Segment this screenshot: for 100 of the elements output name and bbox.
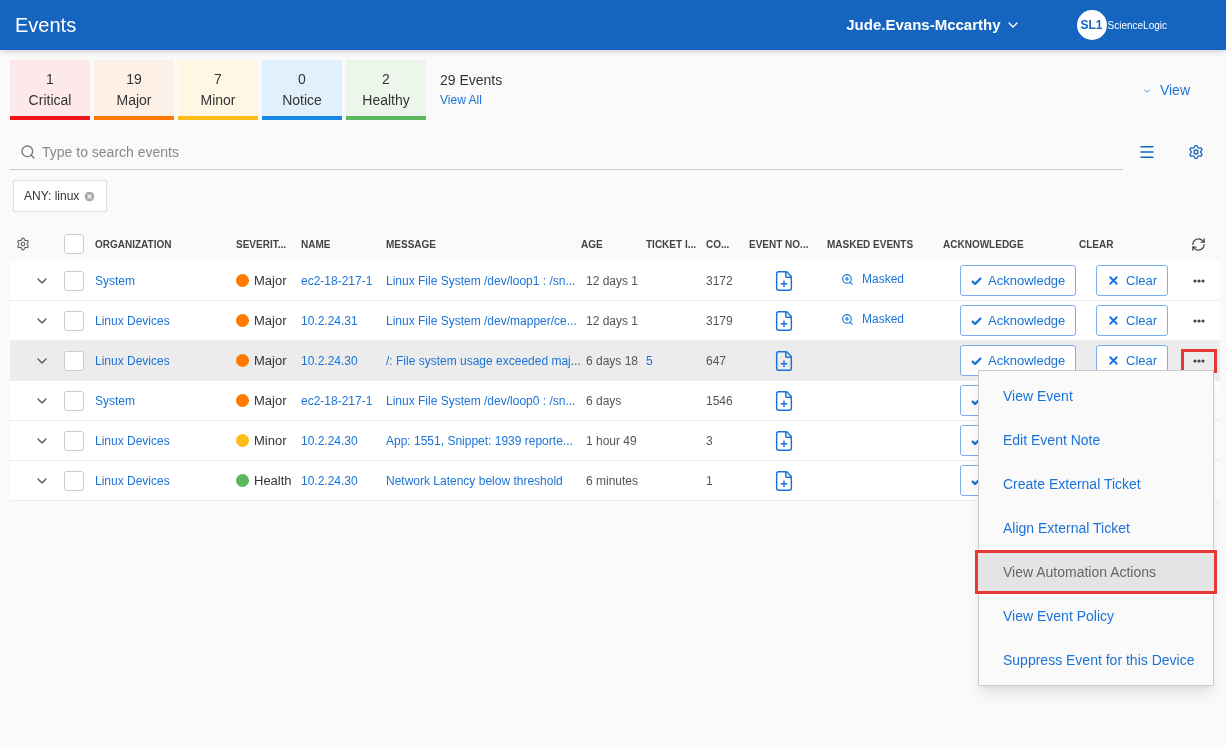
severity-tile[interactable]: 1 Critical — [10, 60, 90, 120]
settings-icon[interactable] — [1188, 144, 1204, 160]
more-icon — [1193, 318, 1205, 323]
add-note-icon[interactable] — [773, 269, 795, 292]
masked-link[interactable]: Masked — [841, 310, 905, 329]
row-checkbox[interactable] — [64, 470, 84, 491]
add-note-icon[interactable] — [773, 389, 795, 412]
refresh-icon[interactable] — [1191, 236, 1206, 252]
select-all-checkbox[interactable] — [64, 234, 84, 254]
age-text: 1 hour 49 — [586, 432, 637, 450]
age-text: 6 minutes — [586, 472, 639, 490]
add-note-icon[interactable] — [773, 349, 795, 372]
severity-text: Major — [254, 351, 287, 370]
device-name-link[interactable]: 10.2.24.31 — [301, 311, 358, 330]
age-text: 6 days — [586, 392, 622, 410]
menu-item[interactable]: Edit Event Note — [979, 418, 1213, 462]
organization-link[interactable]: System — [95, 271, 135, 290]
page-title: Events — [15, 13, 77, 38]
close-icon — [1107, 274, 1120, 287]
check-icon — [971, 276, 982, 285]
tile-count: 2 — [382, 70, 390, 89]
count-text: 1546 — [706, 392, 733, 410]
column-header[interactable]: NAME — [301, 236, 386, 252]
organization-link[interactable]: Linux Devices — [95, 471, 170, 490]
count-text: 3172 — [706, 272, 733, 290]
severity-tile[interactable]: 0 Notice — [262, 60, 342, 120]
more-icon — [1193, 278, 1205, 283]
masked-link[interactable]: Masked — [841, 270, 905, 289]
view-all-link[interactable]: View All — [440, 91, 503, 109]
column-header[interactable]: MASKED EVENTS — [827, 236, 943, 252]
tile-label: Major — [116, 91, 152, 110]
tile-label: Notice — [282, 91, 322, 110]
organization-link[interactable]: Linux Devices — [95, 311, 170, 330]
column-header[interactable]: MESSAGE — [386, 236, 581, 252]
organization-link[interactable]: Linux Devices — [95, 351, 170, 370]
column-header[interactable]: CO... — [706, 236, 749, 252]
column-header[interactable]: TICKET I... — [646, 236, 706, 252]
device-name-link[interactable]: ec2-18-217-1 — [301, 271, 373, 290]
age-text: 6 days 18 — [586, 352, 639, 370]
message-link[interactable]: /: File system usage exceeded maj... — [386, 351, 581, 370]
close-icon — [1107, 314, 1120, 327]
acknowledge-button[interactable]: Acknowledge — [960, 305, 1077, 336]
organization-link[interactable]: Linux Devices — [95, 431, 170, 450]
close-icon — [1107, 354, 1120, 367]
row-checkbox[interactable] — [64, 270, 84, 291]
column-header[interactable]: CLEAR — [1079, 236, 1181, 252]
age-text: 12 days 1 — [586, 312, 639, 330]
clear-button[interactable]: Clear — [1096, 265, 1169, 296]
filter-chip[interactable]: ANY: linux — [13, 180, 108, 212]
menu-item[interactable]: Suppress Event for this Device — [979, 638, 1213, 682]
message-link[interactable]: Linux File System /dev/loop1 : /sn... — [386, 271, 576, 290]
zoom-in-icon — [841, 272, 854, 286]
organization-link[interactable]: System — [95, 391, 135, 410]
column-header[interactable]: ORGANIZATION — [95, 236, 236, 252]
list-view-icon[interactable] — [1138, 143, 1157, 161]
device-name-link[interactable]: 10.2.24.30 — [301, 471, 358, 490]
search-icon — [20, 143, 36, 160]
search-field[interactable]: Type to search events — [42, 136, 1114, 167]
event-total: 29 Events — [440, 71, 503, 90]
row-checkbox[interactable] — [64, 310, 84, 331]
add-note-icon[interactable] — [773, 309, 795, 332]
severity-text: Minor — [254, 431, 287, 450]
severity-tile[interactable]: 2 Healthy — [346, 60, 426, 120]
message-link[interactable]: Network Latency below threshold — [386, 471, 563, 490]
message-link[interactable]: App: 1551, Snippet: 1939 reporte... — [386, 431, 573, 450]
device-name-link[interactable]: 10.2.24.30 — [301, 431, 358, 450]
column-header[interactable]: EVENT NO... — [749, 236, 827, 252]
tile-count: 19 — [126, 70, 142, 89]
severity-tile[interactable]: 7 Minor — [178, 60, 258, 120]
event-row[interactable]: Linux Devices Major 10.2.24.31 Linux File System /dev/mapper/ce... 12 days 1 3179 Masked Acknowledge Clear — [10, 301, 1220, 341]
event-row[interactable]: System Major ec2-18-217-1 Linux File System /dev/loop1 : /sn... 12 days 1 3172 Masked Acknowledge Clear — [10, 261, 1220, 301]
view-dropdown[interactable]: View — [1141, 80, 1190, 101]
row-checkbox[interactable] — [64, 430, 84, 451]
menu-item[interactable]: Align External Ticket — [979, 506, 1213, 550]
add-note-icon[interactable] — [773, 429, 795, 452]
device-name-link[interactable]: 10.2.24.30 — [301, 351, 358, 370]
clear-button[interactable]: Clear — [1096, 305, 1169, 336]
add-note-icon[interactable] — [773, 469, 795, 492]
tile-count: 1 — [46, 70, 54, 89]
event-row[interactable]: Linux Devices Major 10.2.24.30 /: File system usage exceeded maj... 6 days 18 5 647 Acknowledge Clear — [10, 341, 1220, 381]
message-link[interactable]: Linux File System /dev/mapper/ce... — [386, 311, 577, 330]
column-header[interactable]: SEVERIT... — [236, 236, 301, 252]
acknowledge-button[interactable]: Acknowledge — [960, 265, 1077, 296]
row-checkbox[interactable] — [64, 390, 84, 411]
brand-logo: SL1 ScienceLogic — [1076, 10, 1167, 40]
message-link[interactable]: Linux File System /dev/loop0 : /sn... — [386, 391, 576, 410]
device-name-link[interactable]: ec2-18-217-1 — [301, 391, 373, 410]
severity-text: Major — [254, 271, 287, 290]
menu-item[interactable]: View Event Policy — [979, 594, 1213, 638]
row-checkbox[interactable] — [64, 350, 84, 371]
count-text: 3 — [706, 432, 713, 450]
tile-label: Minor — [200, 91, 236, 110]
user-menu[interactable]: Jude.Evans-Mccarthy — [846, 13, 1021, 37]
menu-item[interactable]: View Automation Actions — [975, 550, 1217, 594]
severity-tile[interactable]: 19 Major — [94, 60, 174, 120]
severity-text: Major — [254, 391, 287, 410]
column-header[interactable]: AGE — [581, 236, 646, 252]
ticket-link[interactable]: 5 — [646, 353, 653, 368]
settings-icon[interactable] — [16, 237, 30, 251]
column-header[interactable]: ACKNOWLEDGE — [943, 236, 1079, 252]
